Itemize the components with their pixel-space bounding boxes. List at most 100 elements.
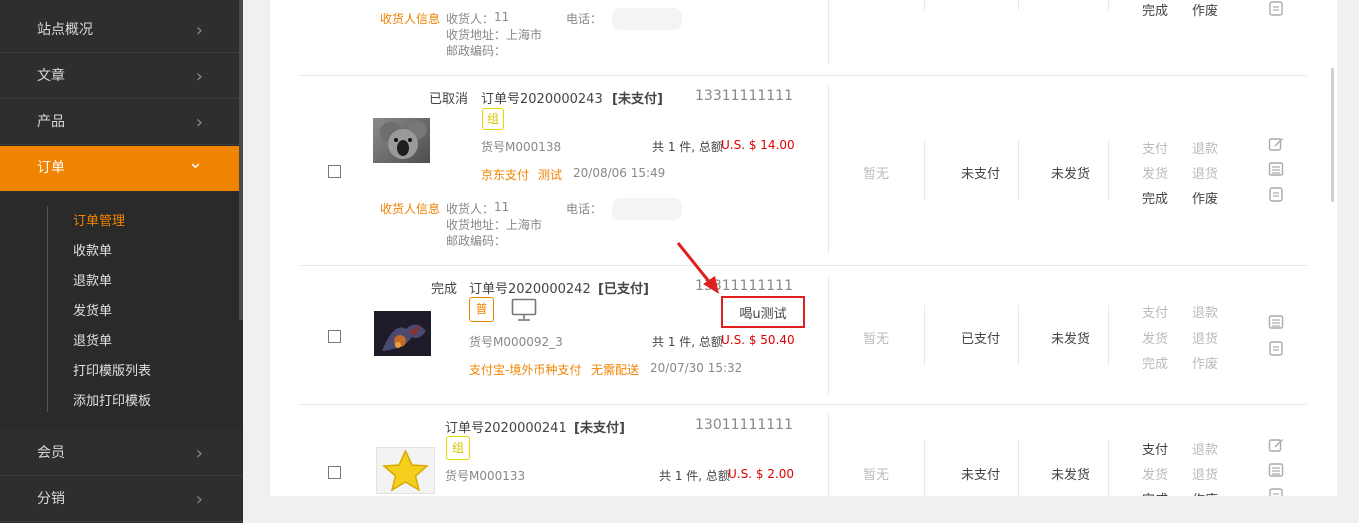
ship-action[interactable]: 发货 — [1142, 328, 1168, 347]
column-divider — [828, 86, 829, 254]
order-number[interactable]: 订单号2020000242 — [469, 278, 591, 297]
clipboard-icon[interactable] — [1268, 186, 1284, 202]
order-submenu: 订单管理 收款单 退款单 发货单 退货单 打印模版列表 添加打印模板 — [0, 192, 243, 430]
chevron-right-icon: › — [195, 20, 203, 41]
order-time: 20/07/30 15:32 — [650, 361, 743, 375]
order-number[interactable]: 订单号2020000241 — [445, 417, 567, 436]
submenu-add-print-template[interactable]: 添加打印模板 — [73, 387, 151, 417]
order-amount: U.S. $ 14.00 — [721, 138, 795, 152]
list-icon[interactable] — [1268, 314, 1284, 330]
column-divider — [1108, 440, 1109, 496]
normal-badge: 普 — [469, 297, 494, 322]
shipping-method: 无需配送 — [591, 363, 640, 377]
annotation-box: 喝u测试 — [721, 296, 805, 328]
product-thumbnail-star[interactable] — [376, 447, 435, 494]
sidebar-scrollbar[interactable] — [239, 0, 243, 320]
column-divider — [1018, 440, 1019, 496]
row-separator — [300, 404, 1307, 405]
consignee-prefix: 收货人： — [446, 202, 495, 216]
product-sku: 货号M000138 — [481, 140, 562, 154]
ship-action[interactable]: 发货 — [1142, 163, 1168, 182]
ship-action[interactable]: 发货 — [1142, 464, 1168, 483]
phone-prefix: 电话： — [566, 202, 603, 216]
order-amount: U.S. $ 50.40 — [721, 333, 795, 347]
note-column: 暂无 — [863, 468, 890, 483]
sidebar-item-articles[interactable]: 文章 › — [0, 54, 243, 99]
sidebar-item-orders[interactable]: 订单 ⌄ — [0, 146, 243, 191]
sidebar-item-distribution[interactable]: 分销 › — [0, 477, 243, 522]
monitor-icon — [511, 298, 537, 321]
column-divider — [1018, 140, 1019, 200]
phone-number: 13011111111 — [695, 417, 793, 433]
refund-action[interactable]: 退款 — [1192, 439, 1218, 458]
address-prefix: 收货地址： — [446, 28, 507, 42]
submenu-print-templates[interactable]: 打印模版列表 — [73, 357, 151, 387]
submenu-receipts[interactable]: 收款单 — [73, 237, 112, 267]
column-divider — [1108, 305, 1109, 365]
annotation-arrow-icon — [676, 242, 719, 294]
refund-action[interactable]: 退款 — [1192, 138, 1218, 157]
order-select-checkbox[interactable] — [328, 330, 341, 343]
column-divider — [924, 0, 925, 10]
edit-icon[interactable] — [1268, 437, 1284, 453]
complete-action[interactable]: 完成 — [1142, 489, 1168, 496]
submenu-refunds[interactable]: 退款单 — [73, 267, 112, 297]
return-action[interactable]: 退货 — [1192, 163, 1218, 182]
void-action[interactable]: 作废 — [1192, 353, 1218, 372]
submenu-order-management[interactable]: 订单管理 — [73, 207, 125, 237]
return-action[interactable]: 退货 — [1192, 328, 1218, 347]
void-action[interactable]: 作废 — [1192, 489, 1218, 496]
submenu-shipments[interactable]: 发货单 — [73, 297, 112, 327]
quantity-total-label: 共 1 件, 总额 — [652, 335, 723, 349]
refund-action[interactable]: 退款 — [1192, 302, 1218, 321]
phone-redacted — [612, 8, 682, 30]
column-divider — [828, 414, 829, 496]
product-sku: 货号M000092_3 — [469, 335, 563, 349]
payment-method: 京东支付 — [481, 168, 530, 182]
void-action[interactable]: 作废 — [1192, 188, 1218, 207]
order-status: 已取消 — [429, 92, 469, 107]
chevron-down-icon: ⌄ — [187, 152, 203, 173]
complete-action[interactable]: 完成 — [1142, 353, 1168, 372]
column-divider — [828, 276, 829, 394]
void-action[interactable]: 作废 — [1192, 0, 1218, 19]
submenu-returns[interactable]: 退货单 — [73, 327, 112, 357]
address-value: 上海市 — [506, 28, 543, 42]
order-select-checkbox[interactable] — [328, 466, 341, 479]
product-thumbnail-koala[interactable] — [373, 118, 430, 163]
sidebar-item-overview[interactable]: 站点概况 › — [0, 8, 243, 53]
phone-redacted — [612, 198, 682, 220]
chevron-right-icon: › — [195, 66, 203, 87]
consignee-info-label: 收货人信息 — [380, 12, 441, 26]
group-badge: 组 — [482, 108, 504, 130]
return-action[interactable]: 退货 — [1192, 464, 1218, 483]
clipboard-icon[interactable] — [1268, 340, 1284, 356]
column-divider — [924, 305, 925, 365]
payment-status: 已支付 — [961, 332, 1001, 347]
note-column: 暂无 — [863, 167, 890, 182]
order-amount: U.S. $ 2.00 — [728, 467, 795, 481]
sidebar-item-products[interactable]: 产品 › — [0, 100, 243, 145]
chevron-right-icon: › — [195, 112, 203, 133]
consignee-info-label: 收货人信息 — [380, 202, 441, 216]
product-thumbnail-dragon[interactable] — [374, 311, 431, 356]
edit-icon[interactable] — [1268, 136, 1284, 152]
order-number[interactable]: 订单号2020000243 — [481, 88, 603, 107]
phone-number: 13311111111 — [695, 88, 793, 104]
order-list-panel: 收货人信息 收货人： 11 收货地址： 上海市 邮政编码： 电话： 完成 作废 … — [270, 0, 1337, 496]
pay-action[interactable]: 支付 — [1142, 439, 1168, 458]
complete-action[interactable]: 完成 — [1142, 0, 1168, 19]
order-select-checkbox[interactable] — [328, 165, 341, 178]
list-icon[interactable] — [1268, 161, 1284, 177]
content-scrollbar[interactable] — [1331, 68, 1334, 202]
clipboard-icon[interactable] — [1268, 487, 1284, 496]
sidebar-item-members[interactable]: 会员 › — [0, 431, 243, 476]
consignee-name: 11 — [494, 10, 510, 24]
pay-action[interactable]: 支付 — [1142, 138, 1168, 157]
pay-action[interactable]: 支付 — [1142, 302, 1168, 321]
column-divider — [1018, 0, 1019, 10]
list-icon[interactable] — [1268, 462, 1284, 478]
payment-status: 未支付 — [961, 167, 1001, 182]
complete-action[interactable]: 完成 — [1142, 188, 1168, 207]
clipboard-icon[interactable] — [1268, 0, 1284, 16]
